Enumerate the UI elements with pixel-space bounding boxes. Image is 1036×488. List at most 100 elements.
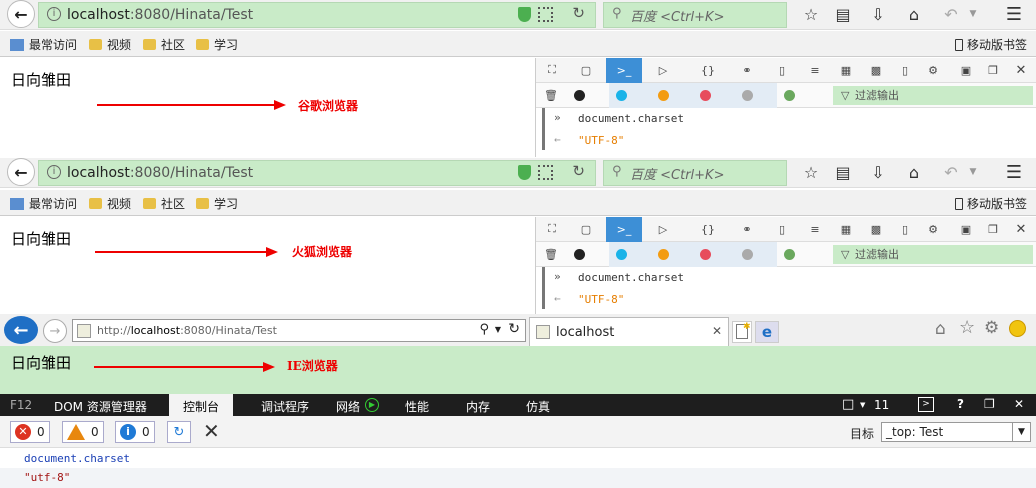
settings-gear-icon[interactable]: ⚙ — [923, 61, 943, 79]
console-tab-icon[interactable]: >_ — [606, 58, 642, 83]
reload-icon[interactable]: ↻ — [572, 4, 585, 22]
filter-security-dot[interactable] — [700, 249, 711, 260]
ie-tab-localhost[interactable]: localhost ✕ — [529, 317, 729, 346]
filter-net-dot[interactable] — [574, 249, 585, 260]
tab-debugger[interactable]: 调试程序 — [261, 398, 309, 415]
reading-list-icon[interactable]: ▤ — [832, 161, 854, 183]
target-select[interactable]: _top: Test ▼ — [881, 422, 1031, 442]
qr-code-icon[interactable] — [538, 7, 553, 22]
bookmark-folder-community[interactable]: 社区 — [143, 36, 185, 53]
home-icon[interactable]: ⌂ — [903, 3, 925, 25]
home-icon[interactable]: ⌂ — [903, 161, 925, 183]
tools-gear-icon[interactable]: ⚙ — [984, 318, 999, 338]
performance-icon[interactable]: ⚭ — [737, 61, 757, 79]
search-dropdown-icon[interactable]: ▼ — [495, 325, 501, 334]
clear-console-icon[interactable]: ✕ — [203, 419, 220, 443]
tag-icon[interactable]: ▷ — [653, 61, 673, 79]
bookmark-folder-study[interactable]: 学习 — [196, 36, 238, 53]
home-icon[interactable]: ⌂ — [935, 319, 946, 339]
dropdown-chevron-icon[interactable]: ▼ — [962, 3, 984, 25]
list-icon[interactable]: ≡ — [805, 61, 825, 79]
errors-filter-button[interactable]: ✕ 0 — [10, 421, 50, 443]
console-toggle-icon[interactable]: > — [918, 397, 934, 412]
back-button[interactable]: ← — [7, 0, 35, 28]
dropdown-chevron-icon[interactable]: ▼ — [962, 161, 984, 183]
menu-icon[interactable]: ☰ — [1003, 3, 1025, 25]
tab-emulation[interactable]: 仿真 — [526, 398, 550, 415]
favorites-star-icon[interactable]: ☆ — [959, 317, 975, 338]
mobile-bookmarks[interactable]: 移动版书签 — [955, 36, 1027, 53]
layout-icon[interactable]: ▦ — [836, 220, 856, 238]
filter-css-dot[interactable] — [616, 90, 627, 101]
tab-console[interactable]: 控制台 — [169, 394, 234, 416]
smiley-feedback-icon[interactable] — [1009, 320, 1026, 337]
braces-icon[interactable]: {} — [694, 61, 722, 79]
tab-memory[interactable]: 内存 — [466, 398, 490, 415]
network-play-icon[interactable]: ▶ — [365, 398, 379, 412]
filter-js-dot[interactable] — [658, 249, 669, 260]
bookmark-star-icon[interactable]: ☆ — [800, 3, 822, 25]
braces-icon[interactable]: {} — [694, 220, 722, 238]
tab-close-icon[interactable]: ✕ — [712, 324, 722, 338]
filter-server-dot[interactable] — [784, 249, 795, 260]
vibrate-icon[interactable]: ▯ — [772, 220, 792, 238]
bookmark-folder-community[interactable]: 社区 — [143, 195, 185, 212]
performance-icon[interactable]: ⚭ — [737, 220, 757, 238]
help-icon[interactable]: ? — [957, 397, 964, 411]
tag-icon[interactable]: ▷ — [653, 220, 673, 238]
reading-list-icon[interactable]: ▤ — [832, 3, 854, 25]
reload-icon[interactable]: ↻ — [572, 162, 585, 180]
qr-code-icon[interactable] — [538, 165, 553, 180]
layout-icon[interactable]: ▦ — [836, 61, 856, 79]
trash-icon[interactable]: 🗑 — [541, 86, 561, 104]
new-tab-button[interactable]: ✱ — [732, 321, 752, 343]
back-button[interactable]: ← — [7, 158, 35, 186]
tab-network[interactable]: 网络 — [336, 398, 360, 415]
console-tab-icon[interactable]: >_ — [606, 217, 642, 242]
undock-icon[interactable]: ❐ — [984, 397, 995, 411]
bookmark-folder-study[interactable]: 学习 — [196, 195, 238, 212]
search-bar[interactable]: ⚲ 百度 <Ctrl+K> — [603, 160, 787, 186]
filter-net-dot[interactable] — [574, 90, 585, 101]
bookmark-star-icon[interactable]: ☆ — [800, 161, 822, 183]
filter-input[interactable]: ▽ 过滤输出 — [833, 245, 1033, 264]
search-icon[interactable]: ⚲ — [479, 322, 489, 337]
edge-button[interactable]: e — [755, 321, 779, 343]
document-mode-version[interactable]: 11 — [874, 398, 889, 412]
ie-forward-button[interactable]: → — [43, 319, 67, 343]
version-dropdown-icon[interactable]: ▼ — [860, 401, 865, 409]
vibrate-icon[interactable]: ▯ — [772, 61, 792, 79]
undock-icon[interactable]: ❐ — [983, 61, 1003, 79]
trash-icon[interactable]: 🗑 — [541, 245, 561, 263]
filter-css-dot[interactable] — [616, 249, 627, 260]
address-bar[interactable]: i localhost:8080/Hinata/Test ↻ — [38, 2, 596, 28]
undo-icon[interactable]: ↶ — [940, 161, 962, 183]
filter-log-dot[interactable] — [742, 249, 753, 260]
filter-js-dot[interactable] — [658, 90, 669, 101]
list-icon[interactable]: ≡ — [805, 220, 825, 238]
responsive-icon[interactable]: ▢ — [576, 220, 596, 238]
monitor-icon[interactable]: □ — [842, 397, 854, 412]
close-icon[interactable]: ✕ — [1011, 220, 1031, 238]
refresh-icon[interactable]: ↻ — [508, 321, 520, 337]
mobile-bookmarks[interactable]: 移动版书签 — [955, 195, 1027, 212]
messages-filter-button[interactable]: i 0 — [115, 421, 155, 443]
bookmark-folder-video[interactable]: 视频 — [89, 195, 131, 212]
ie-address-bar[interactable]: http://localhost:8080/Hinata/Test ⚲ ▼ ↻ — [72, 319, 526, 342]
close-icon[interactable]: ✕ — [1014, 397, 1024, 411]
close-icon[interactable]: ✕ — [1011, 61, 1031, 79]
inspector-pick-icon[interactable]: ⛶ — [542, 220, 562, 238]
filter-security-dot[interactable] — [700, 90, 711, 101]
dock-bottom-icon[interactable]: ▣ — [956, 61, 976, 79]
bookmark-most-visited[interactable]: 最常访问 — [10, 36, 77, 53]
menu-icon[interactable]: ☰ — [1003, 161, 1025, 183]
settings-gear-icon[interactable]: ⚙ — [923, 220, 943, 238]
tab-performance[interactable]: 性能 — [405, 398, 429, 415]
scratchpad-icon[interactable]: ▩ — [866, 220, 886, 238]
shield-icon[interactable] — [518, 165, 531, 180]
device-icon[interactable]: ▯ — [895, 61, 915, 79]
bookmark-folder-video[interactable]: 视频 — [89, 36, 131, 53]
filter-input[interactable]: ▽ 过滤输出 — [833, 86, 1033, 105]
filter-log-dot[interactable] — [742, 90, 753, 101]
bookmark-most-visited[interactable]: 最常访问 — [10, 195, 77, 212]
